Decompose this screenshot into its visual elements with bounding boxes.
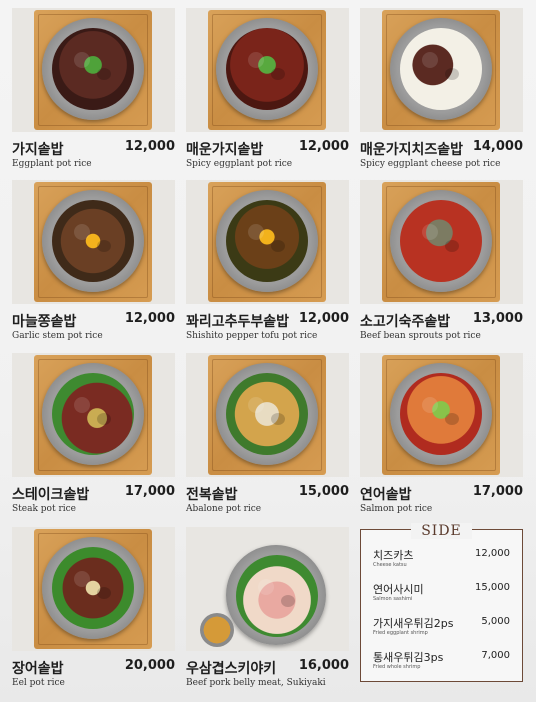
dish-name: 전복솥밥 [186,487,238,503]
dish-name: 가지솥밥 [12,142,64,158]
side-menu-title: SIDE [361,520,522,539]
food [52,547,134,629]
side-item-english: Salmon sashimi [373,596,413,602]
dish-photo [186,527,349,651]
sauce-bowl [200,613,234,647]
dish-english-name: Steak pot rice [12,504,76,514]
dish-price: 12,000 [124,311,175,326]
side-item-price: 15,000 [475,582,510,593]
pot [42,18,144,120]
dish-photo [186,353,349,477]
pot [390,18,492,120]
pot [390,363,492,465]
pot [42,363,144,465]
dish-name: 연어솥밥 [360,487,412,503]
menu-item-sukiyaki: 우삼겹스키야키 16,000 Beef pork belly meat, Suk… [186,527,349,688]
dish-english-name: Eggplant pot rice [12,159,92,169]
dish-english-name: Salmon pot rice [360,504,433,514]
dish-photo [12,180,175,304]
food [400,200,482,282]
food [226,200,308,282]
food [226,28,308,110]
menu-item-eggplant: 가지솥밥 12,000 Eggplant pot rice [12,8,175,169]
side-item-english: Fried whole shrimp [373,664,421,670]
dish-price: 15,000 [298,484,349,499]
menu-item-eel: 장어솥밥 20,000 Eel pot rice [12,527,175,688]
food [52,28,134,110]
dish-name: 스테이크솥밥 [12,487,90,503]
dish-name: 마늘쫑솥밥 [12,314,77,330]
dish-name: 우삼겹스키야키 [186,661,277,677]
menu-item-spicy-eggplant: 매운가지솥밥 12,000 Spicy eggplant pot rice [186,8,349,169]
side-menu-box: SIDE 치즈카츠 Cheese katsu 12,000 연어사시미 Salm… [360,523,523,682]
dish-english-name: Beef pork belly meat, Sukiyaki [186,678,326,688]
dish-price: 12,000 [124,139,175,154]
dish-english-name: Spicy eggplant cheese pot rice [360,159,501,169]
dish-english-name: Beef bean sprouts pot rice [360,331,481,341]
menu-item-beef-bean-sprouts: 소고기숙주솥밥 13,000 Beef bean sprouts pot ric… [360,180,523,341]
dish-english-name: Shishito pepper tofu pot rice [186,331,318,341]
menu-item-spicy-eggplant-cheese: 매운가지치즈솥밥 14,000 Spicy eggplant cheese po… [360,8,523,169]
dish-price: 17,000 [124,484,175,499]
dish-price: 12,000 [298,311,349,326]
dish-price: 20,000 [124,658,175,673]
dish-name: 매운가지치즈솥밥 [360,142,464,158]
food [400,373,482,455]
dish-name: 매운가지솥밥 [186,142,264,158]
food [400,28,482,110]
side-item-english: Fried eggplant shrimp [373,630,428,636]
dish-photo [186,180,349,304]
dish-photo [12,527,175,651]
side-title-text: SIDE [411,523,472,539]
dish-name: 소고기숙주솥밥 [360,314,451,330]
pot [390,190,492,292]
dish-english-name: Garlic stem pot rice [12,331,103,341]
dish-price: 12,000 [298,139,349,154]
menu-item-shishito-tofu: 꽈리고추두부솥밥 12,000 Shishito pepper tofu pot… [186,180,349,341]
pot [42,190,144,292]
dish-name: 꽈리고추두부솥밥 [186,314,290,330]
dish-english-name: Spicy eggplant pot rice [186,159,293,169]
side-item-price: 12,000 [475,548,510,559]
menu-item-steak: 스테이크솥밥 17,000 Steak pot rice [12,353,175,514]
side-item-name: 연어사시미 [373,583,424,596]
dish-photo [360,353,523,477]
dish-price: 14,000 [472,139,523,154]
side-item: 통새우튀김3ps Fried whole shrimp 7,000 [373,649,510,675]
side-item: 치즈카츠 Cheese katsu 12,000 [373,547,510,573]
dish-price: 13,000 [472,311,523,326]
pot [216,190,318,292]
side-item-price: 5,000 [481,616,510,627]
side-item-name: 통새우튀김3ps [373,651,444,664]
dish-english-name: Eel pot rice [12,678,65,688]
pot [42,537,144,639]
menu-item-abalone: 전복솥밥 15,000 Abalone pot rice [186,353,349,514]
pot [216,18,318,120]
food [226,373,308,455]
dish-photo [360,180,523,304]
dish-photo [360,8,523,132]
side-item: 연어사시미 Salmon sashimi 15,000 [373,581,510,607]
dish-photo [12,353,175,477]
side-item-name: 치즈카츠 [373,549,414,562]
dish-photo [12,8,175,132]
dish-price: 17,000 [472,484,523,499]
dish-price: 16,000 [298,658,349,673]
dish-name: 장어솥밥 [12,661,64,677]
food [52,200,134,282]
side-item-english: Cheese katsu [373,562,407,568]
menu-item-garlic-stem: 마늘쫑솥밥 12,000 Garlic stem pot rice [12,180,175,341]
food [236,555,318,637]
pot [226,545,326,645]
side-item: 가지새우튀김2ps Fried eggplant shrimp 5,000 [373,615,510,641]
dish-english-name: Abalone pot rice [186,504,262,514]
pot [216,363,318,465]
side-item-price: 7,000 [481,650,510,661]
side-item-name: 가지새우튀김2ps [373,617,454,630]
food [52,373,134,455]
menu-item-salmon: 연어솥밥 17,000 Salmon pot rice [360,353,523,514]
dish-photo [186,8,349,132]
